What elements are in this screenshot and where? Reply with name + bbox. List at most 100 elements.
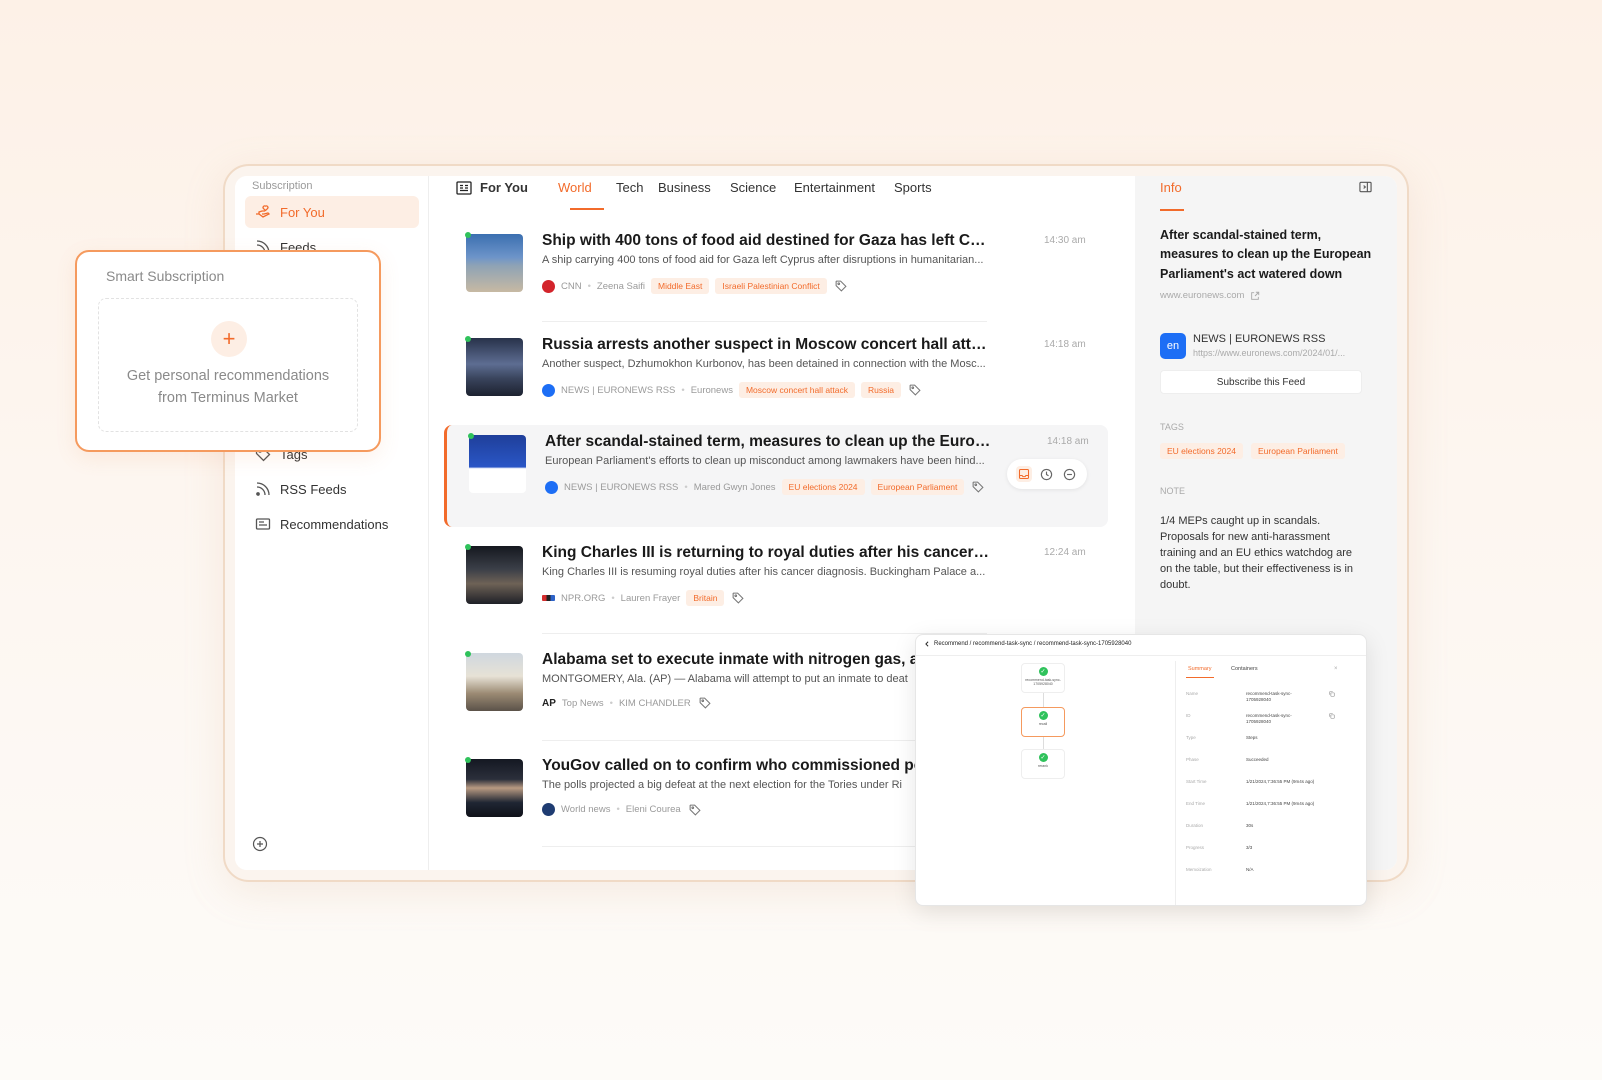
summary-row: Duration 30s — [1186, 823, 1254, 828]
tab-active-indicator — [1186, 677, 1214, 678]
read-later-button[interactable] — [1039, 466, 1055, 482]
tab-active-indicator — [570, 208, 604, 210]
for-you-header[interactable]: For You — [456, 180, 528, 195]
workflow-node-selected[interactable]: ✓ recall — [1021, 707, 1065, 737]
sidebar-item-for-you[interactable]: For You — [245, 196, 419, 228]
article-time: 14:18 am — [1044, 339, 1086, 350]
article-time: 12:24 am — [1044, 547, 1086, 558]
list-icon — [456, 180, 472, 195]
article-meta: NEWS | EURONEWS RSS • Euronews Moscow con… — [542, 382, 921, 398]
article-thumbnail — [466, 759, 523, 817]
tag-icon[interactable] — [732, 592, 745, 604]
article-title[interactable]: Russia arrests another suspect in Moscow… — [542, 336, 992, 354]
article-source: Top News — [561, 697, 604, 709]
article-title[interactable]: Ship with 400 tons of food aid destined … — [542, 232, 992, 250]
tab-summary[interactable]: Summary — [1188, 666, 1212, 672]
sidebar-header: Subscription — [252, 180, 313, 192]
unread-dot — [465, 544, 471, 550]
article-author: Euronews — [690, 384, 733, 396]
copy-icon[interactable] — [1329, 691, 1335, 697]
note-text[interactable]: 1/4 MEPs caught up in scandals. Proposal… — [1160, 514, 1365, 594]
article-tag[interactable]: Moscow concert hall attack — [738, 382, 855, 398]
feed-url: https://www.euronews.com/2024/01/... — [1193, 348, 1346, 358]
info-tag[interactable]: European Parliament — [1251, 443, 1345, 459]
external-link-icon — [1251, 291, 1260, 300]
chevron-left-icon[interactable] — [924, 641, 930, 647]
tab-info[interactable]: Info — [1160, 180, 1182, 195]
smart-subscription-dropzone[interactable]: + Get personal recommendations from Term… — [98, 298, 358, 432]
article-thumbnail — [466, 653, 523, 711]
info-tags: EU elections 2024 European Parliament — [1160, 443, 1353, 459]
dismiss-button[interactable] — [1062, 466, 1078, 482]
tab-world[interactable]: World — [558, 180, 592, 195]
tab-business[interactable]: Business — [658, 180, 711, 195]
tab-science[interactable]: Science — [730, 180, 776, 195]
plus-icon[interactable]: + — [211, 321, 247, 357]
smart-subscription-title: Smart Subscription — [106, 268, 225, 284]
tag-icon[interactable] — [699, 697, 711, 709]
rss-icon — [256, 482, 270, 496]
article-summary: King Charles III is resuming royal dutie… — [542, 566, 986, 578]
workflow-node[interactable]: ✓ rerank — [1021, 749, 1065, 779]
article-meta: CNN • Zeena Saifi Middle East Israeli Pal… — [542, 278, 847, 294]
summary-row: Memoization N/A — [1186, 867, 1254, 872]
article-thumbnail — [469, 435, 526, 493]
info-article-title: After scandal-stained term, measures to … — [1160, 228, 1372, 281]
category-tabs: For You World Tech Business Science Ente… — [430, 176, 1134, 218]
tab-entertainment[interactable]: Entertainment — [794, 180, 875, 195]
summary-row: Name recommend-task-sync-1705928040 — [1186, 691, 1346, 709]
article-title[interactable]: After scandal-stained term, measures to … — [545, 433, 995, 451]
article-item[interactable]: King Charles III is returning to royal d… — [444, 536, 1108, 638]
article-author: Mared Gwyn Jones — [693, 481, 776, 493]
tab-sports[interactable]: Sports — [894, 180, 932, 195]
inbox-button[interactable] — [1016, 466, 1033, 482]
add-circle-icon[interactable] — [252, 836, 268, 852]
article-author: KIM CHANDLER — [618, 697, 691, 709]
tab-containers[interactable]: Containers — [1231, 666, 1258, 672]
tab-tech[interactable]: Tech — [616, 180, 643, 195]
feed-name: NEWS | EURONEWS RSS — [1193, 333, 1326, 345]
sidebar-item-recommendations[interactable]: Recommendations — [245, 508, 419, 540]
npr-logo-icon — [542, 595, 555, 601]
article-item-selected[interactable]: After scandal-stained term, measures to … — [444, 425, 1108, 527]
article-tag[interactable]: European Parliament — [870, 479, 965, 495]
sidebar-item-rss-feeds[interactable]: RSS Feeds — [245, 473, 419, 505]
euronews-logo-icon: en — [1160, 333, 1186, 359]
collapse-panel-icon[interactable] — [1359, 181, 1372, 193]
world-news-logo-icon — [542, 803, 555, 816]
euronews-logo-icon — [542, 383, 555, 397]
article-item[interactable]: Russia arrests another suspect in Moscow… — [444, 328, 1108, 430]
article-tag[interactable]: Russia — [861, 382, 901, 398]
breadcrumb: Recommend / recommend-task-sync / recomm… — [924, 641, 1131, 647]
unread-dot — [465, 757, 471, 763]
article-title[interactable]: King Charles III is returning to royal d… — [542, 544, 992, 562]
divider — [916, 655, 1366, 656]
info-tag[interactable]: EU elections 2024 — [1160, 443, 1243, 459]
article-source: NPR.ORG — [561, 592, 606, 604]
euronews-logo-icon — [545, 480, 558, 494]
cnn-logo-icon — [542, 279, 555, 293]
tag-icon[interactable] — [909, 384, 921, 396]
tag-icon[interactable] — [835, 280, 847, 292]
tag-icon[interactable] — [689, 804, 701, 816]
sidebar-item-label: RSS Feeds — [280, 481, 347, 497]
workflow-node[interactable]: ✓ recommend-task-sync-1705928040 — [1021, 663, 1065, 693]
close-icon[interactable]: × — [1334, 666, 1338, 672]
article-time: 14:18 am — [1047, 436, 1089, 447]
clock-icon — [1041, 468, 1053, 480]
tag-icon[interactable] — [972, 481, 985, 493]
article-author: Eleni Courea — [625, 804, 681, 815]
article-time: 14:30 am — [1044, 235, 1086, 246]
article-thumbnail — [466, 546, 523, 604]
article-item[interactable]: Ship with 400 tons of food aid destined … — [444, 224, 1108, 326]
copy-icon[interactable] — [1329, 713, 1335, 719]
article-tag[interactable]: Middle East — [650, 278, 710, 294]
minus-circle-icon — [1063, 468, 1076, 480]
article-tag[interactable]: EU elections 2024 — [781, 479, 865, 495]
article-tag[interactable]: Israeli Palestinian Conflict — [715, 278, 827, 294]
subscribe-feed-button[interactable]: Subscribe this Feed — [1160, 370, 1362, 394]
article-tag[interactable]: Britain — [686, 590, 725, 606]
summary-row: Phase Succeeded — [1186, 757, 1269, 762]
info-article-link[interactable]: www.euronews.com — [1160, 290, 1260, 301]
unread-dot — [465, 336, 471, 342]
